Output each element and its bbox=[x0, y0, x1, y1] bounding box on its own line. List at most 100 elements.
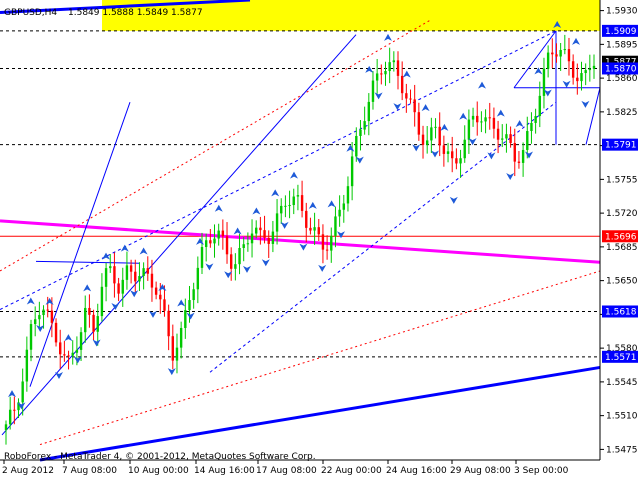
candle-body-92 bbox=[388, 62, 391, 72]
candle-body-118 bbox=[496, 128, 500, 140]
candle-body-69 bbox=[292, 196, 295, 206]
candle-body-41 bbox=[175, 347, 179, 361]
candle-body-76 bbox=[321, 234, 325, 250]
x-tick-label-6: 24 Aug 16:00 bbox=[386, 466, 447, 476]
candle-body-105 bbox=[442, 145, 446, 154]
candle-body-80 bbox=[338, 209, 341, 217]
candle-body-73 bbox=[309, 227, 312, 231]
candle-body-65 bbox=[275, 213, 279, 232]
candle-body-123 bbox=[517, 161, 521, 163]
candle-body-102 bbox=[430, 127, 433, 141]
candle-body-42 bbox=[179, 327, 183, 348]
candle-body-55 bbox=[234, 264, 237, 269]
candle-body-139 bbox=[584, 70, 587, 74]
candle-body-15 bbox=[67, 355, 70, 357]
y-tick-label-11: 1.5545 bbox=[606, 378, 638, 388]
candle-body-16 bbox=[71, 352, 74, 356]
candle-body-23 bbox=[100, 286, 104, 317]
candle-body-141 bbox=[592, 65, 596, 69]
candle-body-129 bbox=[542, 68, 546, 96]
candle-body-18 bbox=[79, 332, 83, 350]
candle-body-19 bbox=[84, 307, 87, 333]
price-label-5: 1.5618 bbox=[605, 307, 637, 317]
candle-body-114 bbox=[480, 121, 483, 123]
candle-body-99 bbox=[417, 112, 421, 135]
candle-body-54 bbox=[229, 254, 233, 269]
candle-body-115 bbox=[484, 117, 487, 122]
candle-body-63 bbox=[267, 237, 270, 244]
candle-body-49 bbox=[209, 240, 212, 244]
candle-body-96 bbox=[405, 93, 408, 99]
candle-body-46 bbox=[196, 267, 200, 290]
candle-body-124 bbox=[521, 149, 525, 163]
candle-body-33 bbox=[142, 268, 145, 277]
candle-body-97 bbox=[409, 98, 412, 100]
candle-body-70 bbox=[296, 195, 300, 197]
y-tick-label-0: 1.5930 bbox=[606, 7, 638, 17]
x-tick-label-0: 2 Aug 2012 bbox=[2, 466, 54, 476]
candle-body-121 bbox=[509, 134, 512, 144]
x-tick-label-2: 10 Aug 00:00 bbox=[128, 466, 189, 476]
candle-body-98 bbox=[413, 99, 416, 113]
price-label-2: 1.5870 bbox=[605, 64, 637, 74]
candle-body-125 bbox=[526, 131, 529, 150]
candle-body-72 bbox=[305, 210, 308, 228]
candle-body-51 bbox=[217, 230, 220, 239]
candle-body-11 bbox=[50, 310, 54, 323]
candle-body-12 bbox=[54, 322, 58, 343]
candle-body-0 bbox=[4, 424, 8, 431]
candle-body-79 bbox=[334, 216, 337, 236]
candle-body-5 bbox=[25, 349, 29, 382]
candle-body-113 bbox=[476, 115, 479, 123]
x-tick-label-8: 3 Sep 00:00 bbox=[514, 466, 569, 476]
x-tick-label-1: 7 Aug 08:00 bbox=[62, 466, 117, 476]
candle-body-47 bbox=[200, 247, 204, 268]
x-tick-label-7: 29 Aug 08:00 bbox=[450, 466, 511, 476]
candle-body-126 bbox=[530, 122, 533, 132]
candle-body-119 bbox=[501, 138, 504, 140]
candle-body-17 bbox=[75, 349, 79, 353]
candle-body-130 bbox=[546, 52, 550, 69]
candle-body-59 bbox=[250, 233, 254, 244]
candle-body-81 bbox=[342, 203, 345, 210]
candle-body-45 bbox=[192, 289, 195, 301]
chart: 1.59301.58951.58601.58251.57901.57551.57… bbox=[0, 0, 640, 480]
candle-body-25 bbox=[109, 266, 112, 269]
candle-body-36 bbox=[154, 287, 158, 295]
candle-body-1 bbox=[8, 409, 12, 425]
candle-body-62 bbox=[263, 230, 266, 238]
candle-body-116 bbox=[488, 117, 491, 119]
candle-body-2 bbox=[13, 409, 16, 411]
candle-body-56 bbox=[238, 247, 241, 265]
candle-body-75 bbox=[317, 227, 320, 235]
candle-body-22 bbox=[96, 316, 99, 332]
candle-body-34 bbox=[146, 268, 149, 274]
candle-body-52 bbox=[221, 230, 225, 237]
candle-body-87 bbox=[367, 101, 371, 122]
candle-body-107 bbox=[451, 151, 454, 159]
candle-body-53 bbox=[225, 236, 229, 255]
candle-body-108 bbox=[455, 158, 458, 164]
candle-body-31 bbox=[134, 271, 137, 282]
candle-body-106 bbox=[446, 151, 450, 154]
candle-body-7 bbox=[33, 319, 37, 325]
candle-body-101 bbox=[425, 140, 429, 145]
y-tick-label-6: 1.5720 bbox=[606, 209, 638, 219]
candle-body-77 bbox=[325, 249, 329, 251]
x-tick-label-4: 17 Aug 08:00 bbox=[256, 466, 317, 476]
candle-body-61 bbox=[259, 227, 262, 231]
y-tick-label-3: 1.5825 bbox=[606, 108, 638, 118]
candle-body-138 bbox=[580, 73, 583, 82]
candle-body-111 bbox=[467, 119, 471, 140]
candle-body-90 bbox=[380, 73, 383, 75]
candle-body-89 bbox=[375, 73, 379, 81]
candle-body-117 bbox=[492, 117, 496, 129]
y-tick-label-13: 1.5475 bbox=[606, 445, 638, 455]
candle-body-28 bbox=[121, 279, 124, 294]
candle-body-112 bbox=[471, 115, 475, 120]
candle-body-137 bbox=[576, 77, 579, 82]
y-tick-label-1: 1.5895 bbox=[606, 40, 638, 50]
y-tick-label-2: 1.5860 bbox=[606, 74, 638, 84]
candle-body-100 bbox=[421, 134, 425, 145]
candle-body-37 bbox=[159, 294, 162, 300]
